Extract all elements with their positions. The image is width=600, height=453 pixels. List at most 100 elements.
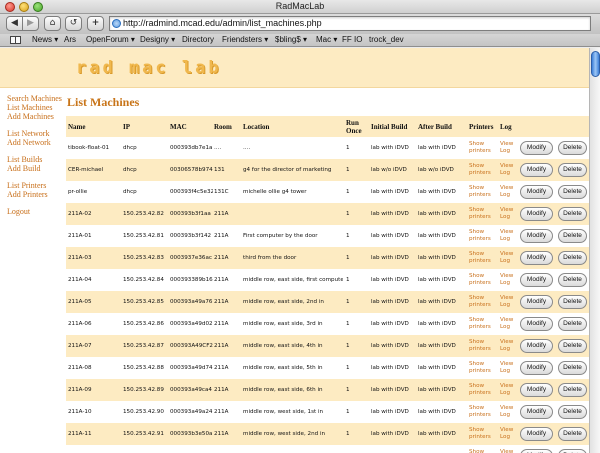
vertical-scrollbar[interactable] <box>589 48 600 453</box>
url-field[interactable]: http://radmind.mcad.edu/admin/list_machi… <box>109 16 591 31</box>
show-printers-link[interactable]: Show printers <box>469 383 499 397</box>
bookmark-item[interactable]: Designy ▾ <box>140 34 175 46</box>
table-row: 211A-08 150.253.42.88 000393a49d74 211A midd… <box>66 357 589 379</box>
sidebar-link[interactable]: Search Machines <box>7 94 67 103</box>
globe-icon <box>112 19 121 28</box>
show-printers-link[interactable]: Show printers <box>469 427 499 441</box>
delete-button[interactable]: Delete <box>558 427 587 441</box>
delete-button[interactable]: Delete <box>558 361 587 375</box>
view-log-link[interactable]: View Log <box>500 207 522 221</box>
sidebar-link[interactable]: List Network <box>7 129 67 138</box>
cell-run-once: 1 <box>346 144 350 151</box>
log-cell: View Log <box>500 247 522 269</box>
sidebar-link[interactable]: List Machines <box>7 103 67 112</box>
modify-button[interactable]: Modify <box>520 449 553 453</box>
bookmark-item[interactable]: News ▾ <box>32 34 58 46</box>
show-printers-link[interactable]: Show printers <box>469 361 499 375</box>
delete-button[interactable]: Delete <box>558 273 587 287</box>
bookmark-item[interactable]: OpenForum ▾ <box>86 34 135 46</box>
view-log-link[interactable]: View Log <box>500 251 522 265</box>
view-log-link[interactable]: View Log <box>500 405 522 419</box>
modify-button[interactable]: Modify <box>520 229 553 243</box>
bookmark-item[interactable]: FF IO <box>342 34 362 46</box>
cell-name: 211A-01 <box>68 232 92 239</box>
show-printers-link[interactable]: Show printers <box>469 405 499 419</box>
sidebar-link[interactable]: Logout <box>7 207 67 216</box>
sidebar-link[interactable]: Add Machines <box>7 112 67 121</box>
view-log-link[interactable]: View Log <box>500 185 522 199</box>
modify-button[interactable]: Modify <box>520 185 553 199</box>
delete-button[interactable]: Delete <box>558 449 587 453</box>
view-log-link[interactable]: View Log <box>500 361 522 375</box>
bookmark-item[interactable]: Ars <box>64 34 76 46</box>
modify-button[interactable]: Modify <box>520 405 553 419</box>
modify-button[interactable]: Modify <box>520 361 553 375</box>
show-printers-link[interactable]: Show printers <box>469 185 499 199</box>
modify-button[interactable]: Modify <box>520 339 553 353</box>
show-printers-link[interactable]: Show printers <box>469 295 499 309</box>
view-log-link[interactable]: View Log <box>500 317 522 331</box>
show-printers-link[interactable]: Show printers <box>469 207 499 221</box>
show-printers-link[interactable]: Show printers <box>469 229 499 243</box>
sidebar-link[interactable]: List Printers <box>7 181 67 190</box>
table-row: pr-ollie dhcp 000393f4c5e32 131C michelle ol… <box>66 181 589 203</box>
show-printers-link[interactable]: Show printers <box>469 273 499 287</box>
reload-button[interactable]: ↺ <box>65 16 82 31</box>
bookmark-item[interactable]: Directory <box>182 34 214 46</box>
delete-button[interactable]: Delete <box>558 207 587 221</box>
log-cell: View Log <box>500 313 522 335</box>
show-printers-link[interactable]: Show printers <box>469 339 499 353</box>
delete-button[interactable]: Delete <box>558 405 587 419</box>
view-log-link[interactable]: View Log <box>500 273 522 287</box>
add-bookmark-button[interactable]: + <box>87 16 104 31</box>
site-logo[interactable]: rad mac lab <box>76 58 222 78</box>
view-log-link[interactable]: View Log <box>500 449 522 453</box>
delete-button[interactable]: Delete <box>558 229 587 243</box>
delete-button[interactable]: Delete <box>558 383 587 397</box>
modify-button[interactable]: Modify <box>520 141 553 155</box>
delete-button[interactable]: Delete <box>558 339 587 353</box>
show-printers-link[interactable]: Show printers <box>469 317 499 331</box>
delete-button[interactable]: Delete <box>558 251 587 265</box>
view-log-link[interactable]: View Log <box>500 141 522 155</box>
bookmark-item[interactable]: $bling$ ▾ <box>275 34 307 46</box>
modify-button[interactable]: Modify <box>520 207 553 221</box>
bookmark-item[interactable]: Mac ▾ <box>316 34 337 46</box>
bookmark-item[interactable]: Friendsters ▾ <box>222 34 268 46</box>
modify-button[interactable]: Modify <box>520 383 553 397</box>
delete-button[interactable]: Delete <box>558 163 587 177</box>
cell-location: middle row, east side, 2nd in <box>243 298 324 305</box>
view-log-link[interactable]: View Log <box>500 229 522 243</box>
view-log-link[interactable]: View Log <box>500 383 522 397</box>
delete-button[interactable]: Delete <box>558 141 587 155</box>
home-button[interactable]: ⌂ <box>44 16 61 31</box>
show-printers-link[interactable]: Show printers <box>469 251 499 265</box>
forward-button[interactable]: ▶ <box>22 16 39 31</box>
sidebar-link[interactable]: List Builds <box>7 155 67 164</box>
cell-room: 211A <box>214 386 229 393</box>
bookmark-item[interactable]: trock_dev <box>369 34 404 46</box>
show-printers-link[interactable]: Show printers <box>469 449 499 453</box>
view-log-link[interactable]: View Log <box>500 295 522 309</box>
scroll-thumb[interactable] <box>591 51 600 77</box>
show-printers-link[interactable]: Show printers <box>469 163 499 177</box>
modify-button[interactable]: Modify <box>520 251 553 265</box>
sidebar-link[interactable]: Add Printers <box>7 190 67 199</box>
show-printers-link[interactable]: Show printers <box>469 141 499 155</box>
back-button[interactable]: ◀ <box>6 16 23 31</box>
delete-button[interactable]: Delete <box>558 185 587 199</box>
view-log-link[interactable]: View Log <box>500 163 522 177</box>
table-row: 211A-07 150.253.42.87 000393A49CF2 211A midd… <box>66 335 589 357</box>
delete-button[interactable]: Delete <box>558 295 587 309</box>
view-log-link[interactable]: View Log <box>500 427 522 441</box>
modify-button[interactable]: Modify <box>520 273 553 287</box>
modify-button[interactable]: Modify <box>520 317 553 331</box>
modify-button[interactable]: Modify <box>520 163 553 177</box>
delete-button[interactable]: Delete <box>558 317 587 331</box>
sidebar-link[interactable]: Add Network <box>7 138 67 147</box>
sidebar-link[interactable]: Add Build <box>7 164 67 173</box>
modify-button[interactable]: Modify <box>520 427 553 441</box>
modify-button[interactable]: Modify <box>520 295 553 309</box>
bookmarks-book-icon[interactable] <box>10 36 21 44</box>
view-log-link[interactable]: View Log <box>500 339 522 353</box>
